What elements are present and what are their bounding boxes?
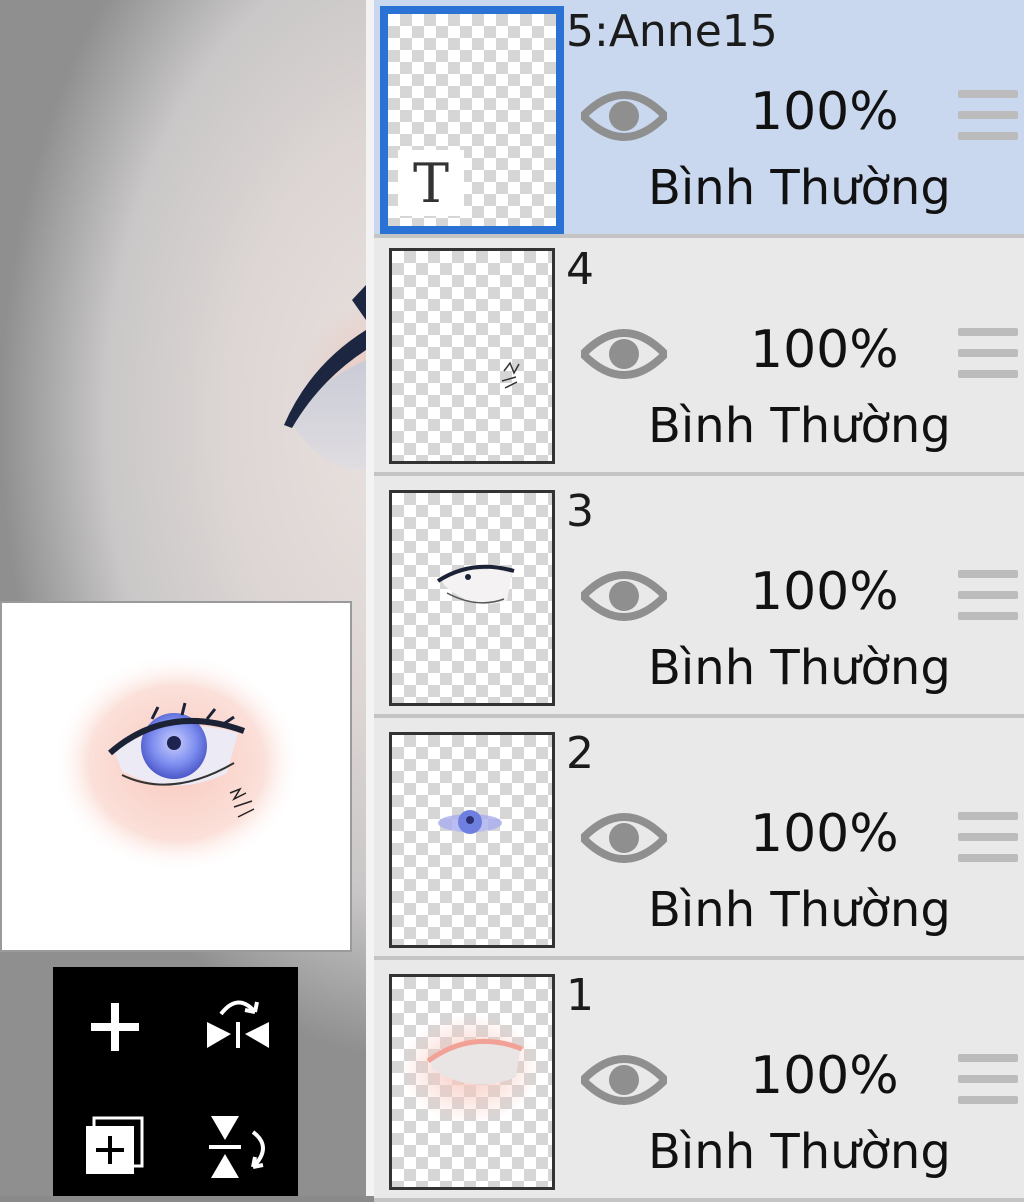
artwork-preview-image bbox=[52, 653, 302, 873]
drag-handle-icon[interactable] bbox=[958, 90, 1018, 140]
flip-horizontal-button[interactable] bbox=[198, 987, 278, 1067]
blend-mode[interactable]: Bình Thường bbox=[648, 882, 951, 938]
layer-opacity[interactable]: 100% bbox=[750, 320, 899, 380]
layer-row-3[interactable]: 3 100% Bình Thường bbox=[374, 480, 1024, 718]
plus-icon bbox=[91, 1003, 139, 1051]
drag-handle-icon[interactable] bbox=[958, 812, 1018, 862]
panel-divider bbox=[366, 0, 374, 1196]
visibility-eye-icon[interactable] bbox=[581, 566, 667, 626]
layer-opacity[interactable]: 100% bbox=[750, 1046, 899, 1106]
layer-thumbnail bbox=[389, 974, 555, 1190]
blend-mode[interactable]: Bình Thường bbox=[648, 1124, 951, 1180]
layer-row-4[interactable]: 4 100% Bình Thường bbox=[374, 238, 1024, 476]
layer-name: 4 bbox=[566, 244, 594, 295]
flip-vertical-button[interactable] bbox=[198, 1107, 278, 1187]
layer-opacity[interactable]: 100% bbox=[750, 562, 899, 622]
layer-thumbnail bbox=[389, 490, 555, 706]
layers-panel: T 5:Anne15 100% Bình Thường 4 100% Bình … bbox=[374, 0, 1024, 1202]
blend-mode[interactable]: Bình Thường bbox=[648, 640, 951, 696]
eye-lineart-thumbnail bbox=[436, 564, 515, 604]
layer-row-5[interactable]: T 5:Anne15 100% Bình Thường bbox=[374, 0, 1024, 238]
visibility-eye-icon[interactable] bbox=[581, 324, 667, 384]
layer-row-1[interactable]: 1 100% Bình Thường bbox=[374, 964, 1024, 1202]
layer-row-2[interactable]: 2 100% Bình Thường bbox=[374, 722, 1024, 960]
flip-horizontal-icon bbox=[207, 1000, 269, 1048]
skin-shading-thumbnail bbox=[400, 1014, 540, 1124]
visibility-eye-icon[interactable] bbox=[581, 1050, 667, 1110]
navigator-preview[interactable] bbox=[0, 601, 352, 952]
layer-thumbnail: T bbox=[380, 6, 564, 234]
duplicate-layer-button[interactable] bbox=[75, 1107, 155, 1187]
layer-toolbar bbox=[53, 967, 298, 1196]
text-layer-badge: T bbox=[398, 150, 464, 216]
layer-opacity[interactable]: 100% bbox=[750, 82, 899, 142]
signature-thumbnail bbox=[501, 361, 520, 389]
visibility-eye-icon[interactable] bbox=[581, 808, 667, 868]
flip-vertical-icon bbox=[209, 1116, 265, 1178]
drag-handle-icon[interactable] bbox=[958, 1054, 1018, 1104]
blend-mode[interactable]: Bình Thường bbox=[648, 398, 951, 454]
layer-thumbnail bbox=[389, 732, 555, 948]
iris-thumbnail bbox=[438, 810, 502, 834]
layer-name: 2 bbox=[566, 728, 594, 779]
add-layer-button[interactable] bbox=[75, 987, 155, 1067]
layer-thumbnail bbox=[389, 248, 555, 464]
layer-name: 5:Anne15 bbox=[566, 6, 778, 57]
layer-name: 3 bbox=[566, 486, 594, 537]
duplicate-layer-icon bbox=[86, 1116, 144, 1174]
drag-handle-icon[interactable] bbox=[958, 328, 1018, 378]
canvas-eye-closeup bbox=[220, 270, 366, 470]
layer-opacity[interactable]: 100% bbox=[750, 804, 899, 864]
drag-handle-icon[interactable] bbox=[958, 570, 1018, 620]
blend-mode[interactable]: Bình Thường bbox=[648, 160, 951, 216]
layer-name: 1 bbox=[566, 970, 594, 1021]
visibility-eye-icon[interactable] bbox=[581, 86, 667, 146]
